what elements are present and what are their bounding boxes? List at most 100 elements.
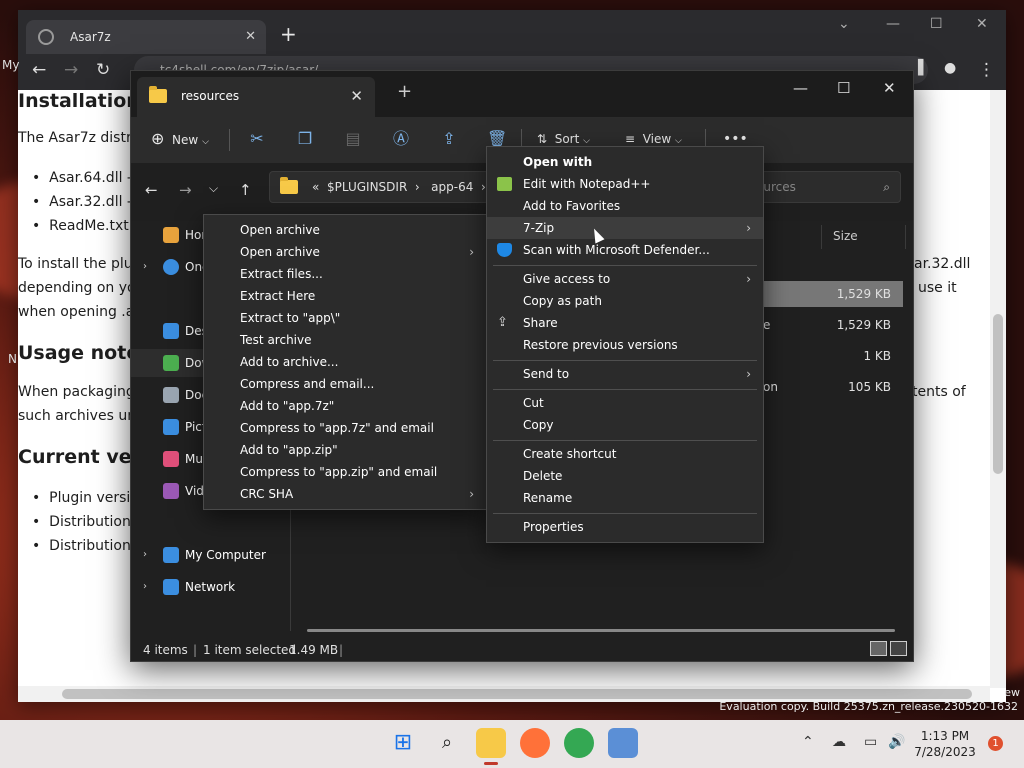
menu-item-label: Send to <box>523 367 570 381</box>
close-tab-icon[interactable]: ✕ <box>350 77 363 115</box>
menu-item-7zip[interactable]: 7-Zip › <box>487 217 763 239</box>
menu-item-add-favorites[interactable]: Add to Favorites <box>487 195 763 217</box>
menu-item-label: Give access to <box>523 272 611 286</box>
explorer-tab[interactable]: resources ✕ <box>137 77 375 117</box>
scrollbar-thumb[interactable] <box>993 314 1003 474</box>
cloud-icon[interactable]: ☁ <box>832 734 846 750</box>
menu-item-test-archive[interactable]: Test archive <box>204 329 486 351</box>
sidebar-icon[interactable]: ▌ <box>918 60 929 76</box>
tiles-view-icon[interactable] <box>890 641 907 656</box>
menu-item-properties[interactable]: Properties <box>487 516 763 538</box>
share-icon: ⇪ <box>497 315 508 330</box>
menu-item-compress-zip-email[interactable]: Compress to "app.zip" and email <box>204 461 486 483</box>
chrome-icon[interactable] <box>564 728 594 758</box>
file-type: on <box>763 380 778 394</box>
file-size: 1 KB <box>863 349 891 363</box>
forward-arrow-icon[interactable]: → <box>64 60 78 80</box>
close-tab-icon[interactable]: ✕ <box>245 20 256 54</box>
minimize-icon[interactable]: — <box>793 79 808 97</box>
menu-item-edit-notepadpp[interactable]: Edit with Notepad++ <box>487 173 763 195</box>
nav-item-my-computer[interactable]: › My Computer <box>131 541 289 569</box>
menu-item-open-archive-sub[interactable]: Open archive › <box>204 241 486 263</box>
breadcrumb-overflow[interactable]: « <box>312 180 319 194</box>
taskbar: ⊞ ⌕ ⌃ ☁ ▭ 🔊 1:13 PM 7/28/2023 1 <box>0 720 1024 768</box>
column-divider <box>905 225 906 249</box>
breadcrumb-item[interactable]: app-64 <box>431 180 473 194</box>
tab-search-icon[interactable]: ⌄ <box>838 16 850 32</box>
view-icon: ≡ <box>625 132 636 146</box>
menu-item-compress-email[interactable]: Compress and email... <box>204 373 486 395</box>
menu-item-compress-7z-email[interactable]: Compress to "app.7z" and email <box>204 417 486 439</box>
clock[interactable]: 1:13 PM 7/28/2023 <box>910 728 980 760</box>
volume-icon[interactable]: 🔊 <box>888 734 905 750</box>
menu-item-restore-versions[interactable]: Restore previous versions <box>487 334 763 356</box>
breadcrumb[interactable]: « $PLUGINSDIR › app-64 › reso <box>269 171 489 203</box>
search-icon[interactable]: ⌕ <box>432 728 462 758</box>
menu-item-open-with[interactable]: Open with <box>487 151 763 173</box>
reload-icon[interactable]: ↻ <box>96 60 110 80</box>
menu-item-label: Extract to "app\" <box>240 311 341 325</box>
recent-locations-icon[interactable]: ⌵ <box>209 181 218 196</box>
menu-item-copy-as-path[interactable]: Copy as path <box>487 290 763 312</box>
browser-tab[interactable]: Asar7z ✕ <box>26 20 266 54</box>
menu-item-send-to[interactable]: Send to › <box>487 363 763 385</box>
back-arrow-icon[interactable]: ← <box>32 60 46 80</box>
menu-dots-icon[interactable]: ⋮ <box>978 60 995 80</box>
details-view-icon[interactable] <box>870 641 887 656</box>
chevron-right-icon[interactable]: › <box>143 573 147 601</box>
copy-icon[interactable]: ❐ <box>295 129 315 149</box>
page-vertical-scrollbar[interactable] <box>990 90 1006 688</box>
column-header-size[interactable]: Size <box>833 229 858 243</box>
breadcrumb-item[interactable]: $PLUGINSDIR <box>327 180 407 194</box>
maximize-icon[interactable]: ☐ <box>837 79 850 97</box>
nav-item-network[interactable]: › Network <box>131 573 289 601</box>
menu-item-add-to-zip[interactable]: Add to "app.zip" <box>204 439 486 461</box>
start-icon[interactable]: ⊞ <box>388 728 418 758</box>
rename-icon[interactable]: Ⓐ <box>391 129 411 149</box>
firefox-icon[interactable] <box>520 728 550 758</box>
menu-item-give-access[interactable]: Give access to › <box>487 268 763 290</box>
monitor-app-icon[interactable] <box>608 728 638 758</box>
menu-item-scan-defender[interactable]: Scan with Microsoft Defender... <box>487 239 763 261</box>
scrollbar-thumb[interactable] <box>62 689 972 699</box>
maximize-icon[interactable]: ☐ <box>930 16 943 32</box>
menu-item-delete[interactable]: Delete <box>487 465 763 487</box>
back-arrow-icon[interactable]: ← <box>145 181 158 199</box>
profile-icon[interactable]: ● <box>944 60 956 76</box>
file-explorer-icon[interactable] <box>476 728 506 758</box>
menu-item-extract-files[interactable]: Extract files... <box>204 263 486 285</box>
notification-badge[interactable]: 1 <box>988 736 1003 751</box>
menu-item-add-to-7z[interactable]: Add to "app.7z" <box>204 395 486 417</box>
file-list-scrollbar[interactable] <box>307 629 895 632</box>
notepadpp-icon <box>497 177 512 191</box>
cut-icon[interactable]: ✂ <box>247 129 267 149</box>
paste-icon[interactable]: ▤ <box>343 129 363 149</box>
search-input[interactable]: ources ⌕ <box>743 171 901 203</box>
menu-item-create-shortcut[interactable]: Create shortcut <box>487 443 763 465</box>
forward-arrow-icon[interactable]: → <box>179 181 192 199</box>
minimize-icon[interactable]: — <box>886 16 900 32</box>
menu-item-extract-to-app[interactable]: Extract to "app\" <box>204 307 486 329</box>
chevron-right-icon[interactable]: › <box>143 541 147 569</box>
new-tab-button[interactable]: + <box>397 81 412 102</box>
close-window-icon[interactable]: ✕ <box>976 16 988 32</box>
menu-item-cut[interactable]: Cut <box>487 392 763 414</box>
menu-item-add-to-archive[interactable]: Add to archive... <box>204 351 486 373</box>
menu-item-open-archive[interactable]: Open archive <box>204 219 486 241</box>
close-window-icon[interactable]: ✕ <box>883 79 896 97</box>
desktop-side-label: My <box>2 58 20 72</box>
up-arrow-icon[interactable]: ↑ <box>239 181 252 199</box>
usage-text-right: tents of <box>912 384 966 400</box>
menu-item-copy[interactable]: Copy <box>487 414 763 436</box>
active-app-indicator <box>484 762 498 765</box>
menu-item-rename[interactable]: Rename <box>487 487 763 509</box>
new-tab-button[interactable]: + <box>280 22 297 46</box>
chevron-up-icon[interactable]: ⌃ <box>802 734 814 750</box>
network-icon[interactable]: ▭ <box>864 734 877 750</box>
menu-item-share[interactable]: ⇪ Share <box>487 312 763 334</box>
chevron-right-icon[interactable]: › <box>143 253 147 281</box>
menu-item-extract-here[interactable]: Extract Here <box>204 285 486 307</box>
share-icon[interactable]: ⇪ <box>439 129 459 149</box>
menu-item-crc-sha[interactable]: CRC SHA › <box>204 483 486 505</box>
new-button[interactable]: ⊕ New ⌵ <box>151 117 209 163</box>
